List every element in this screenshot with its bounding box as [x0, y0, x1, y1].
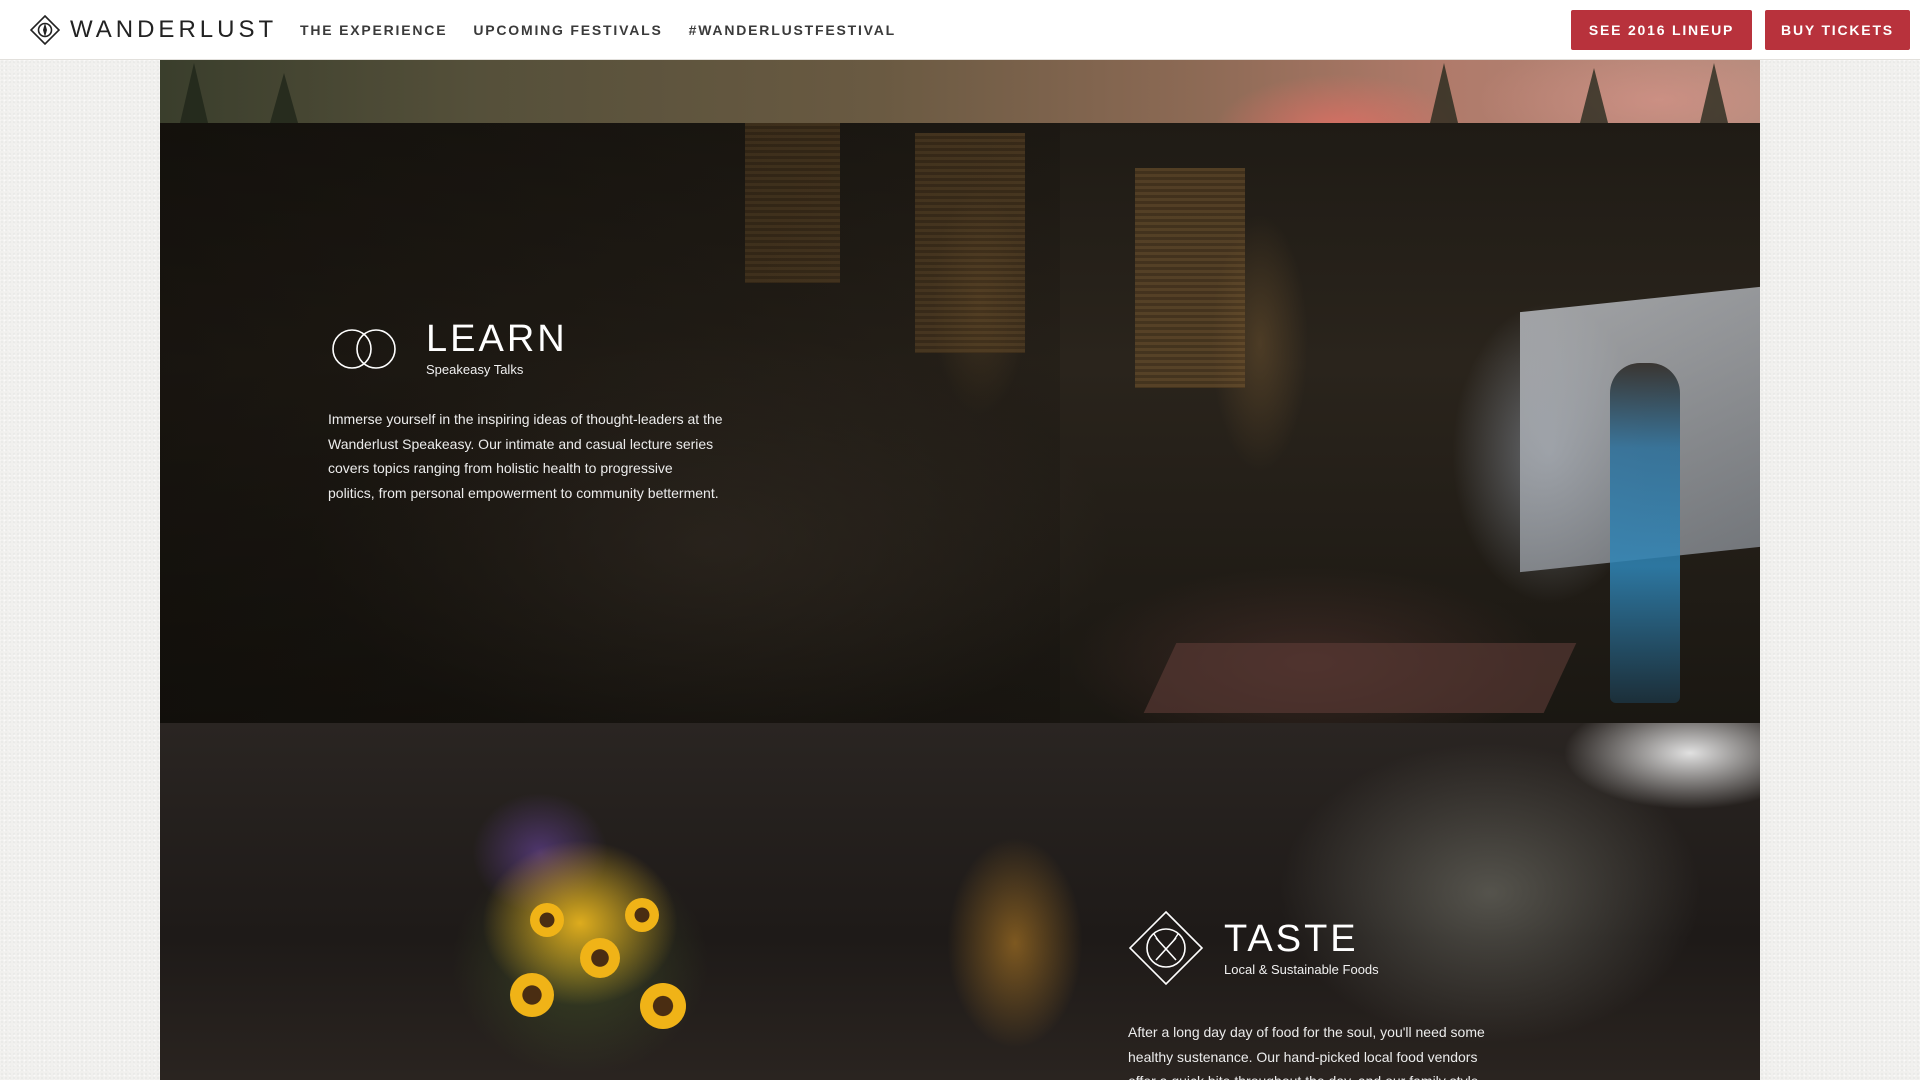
- compass-diamond-icon: [30, 15, 60, 45]
- learn-description: Immerse yourself in the inspiring ideas …: [328, 411, 723, 501]
- sunflower: [625, 898, 659, 932]
- tree-silhouette: [1580, 68, 1608, 123]
- learn-section: LEARN Speakeasy Talks Immerse yourself i…: [160, 123, 1760, 723]
- nav-the-experience[interactable]: THE EXPERIENCE: [300, 22, 447, 38]
- nav-wanderlust-festival-hashtag[interactable]: #WANDERLUSTFESTIVAL: [689, 22, 896, 38]
- brand-logo-link[interactable]: WANDERLUST: [30, 14, 277, 46]
- learn-title: LEARN: [426, 318, 568, 360]
- two-circles-icon: [332, 328, 396, 369]
- sunflower: [510, 973, 554, 1017]
- main-nav: THE EXPERIENCE UPCOMING FESTIVALS #WANDE…: [300, 0, 922, 59]
- learn-subtitle: Speakeasy Talks: [426, 362, 524, 377]
- learn-feature: LEARN Speakeasy Talks Immerse yourself i…: [328, 320, 728, 505]
- taste-feature: TASTE Local & Sustainable Foods After a …: [1128, 910, 1528, 1080]
- tree-silhouette: [270, 73, 298, 123]
- tree-silhouette: [1430, 63, 1458, 123]
- brand-name: WANDERLUST: [70, 16, 278, 43]
- taste-section: TASTE Local & Sustainable Foods After a …: [160, 723, 1760, 1080]
- see-lineup-button[interactable]: SEE 2016 LINEUP: [1571, 10, 1752, 50]
- stage-rug: [1143, 643, 1577, 713]
- taste-subtitle: Local & Sustainable Foods: [1224, 961, 1379, 977]
- taste-title: TASTE: [1224, 917, 1359, 960]
- sunflower: [530, 903, 564, 937]
- buy-tickets-button[interactable]: BUY TICKETS: [1765, 10, 1910, 50]
- previous-section-photo: [160, 60, 1760, 123]
- sunflower: [640, 983, 686, 1029]
- tree-silhouette: [180, 63, 208, 123]
- taste-description: After a long day day of food for the sou…: [1128, 1024, 1485, 1080]
- tree-silhouette: [1700, 63, 1728, 123]
- nav-upcoming-festivals[interactable]: UPCOMING FESTIVALS: [473, 22, 662, 38]
- speaker-figure: [1610, 363, 1680, 703]
- sunflower: [580, 938, 620, 978]
- top-navigation-bar: WANDERLUST THE EXPERIENCE UPCOMING FESTI…: [0, 0, 1920, 60]
- window-blinds: [1135, 168, 1245, 388]
- fork-knife-diamond-icon: [1128, 910, 1204, 986]
